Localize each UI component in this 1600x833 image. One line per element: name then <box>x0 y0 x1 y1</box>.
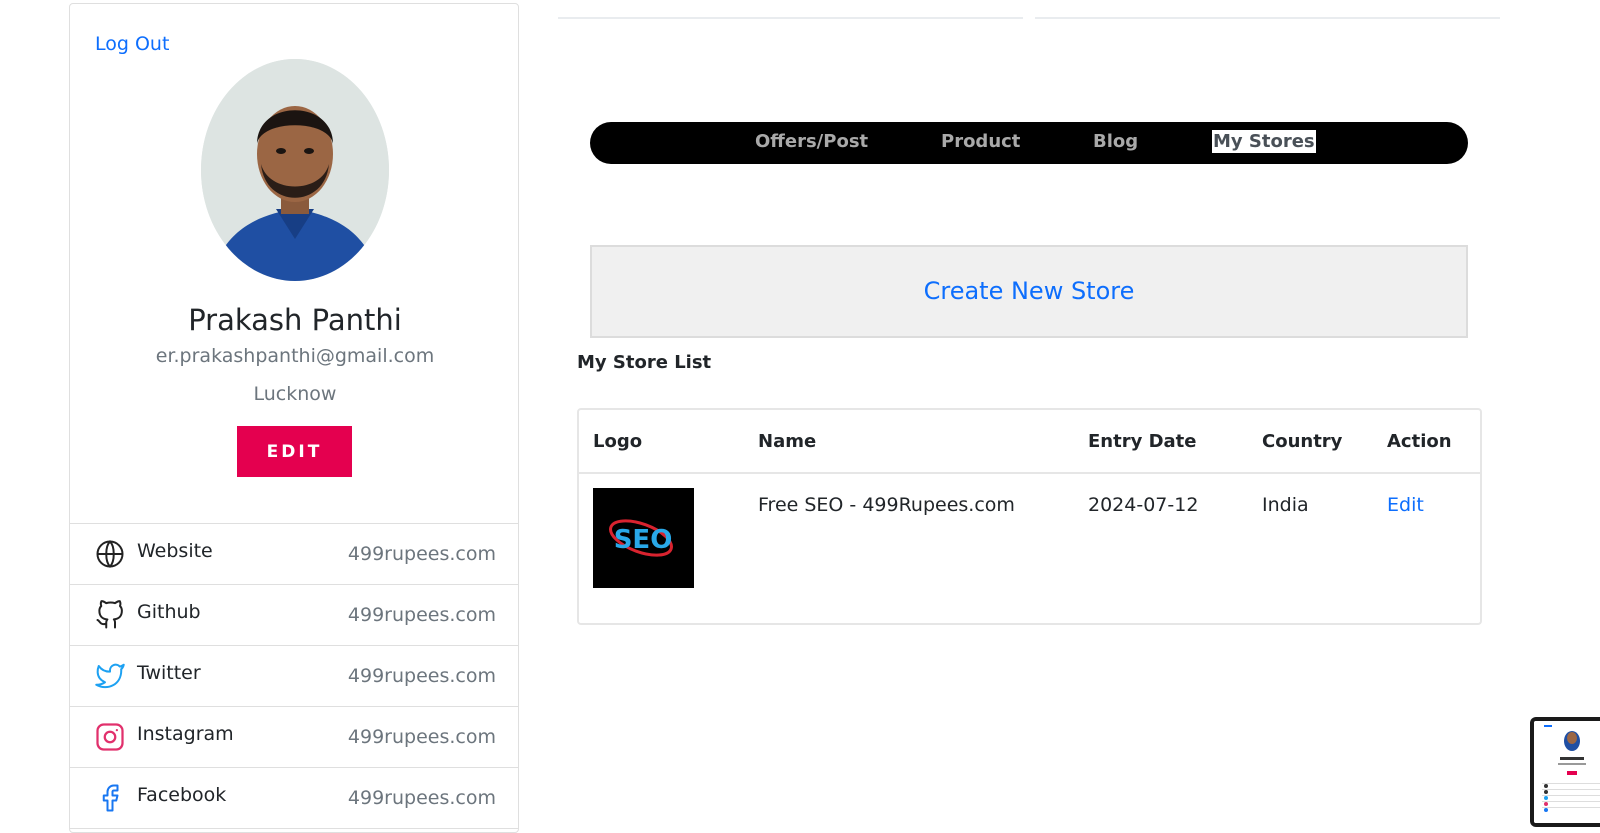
profile-card: Log Out Prakash Panthi er.prakashpanthi@… <box>69 3 519 833</box>
store-table: Logo Name Entry Date Country Action SEO … <box>577 408 1482 625</box>
social-value: 499rupees.com <box>347 543 496 565</box>
social-item-instagram[interactable]: Instagram 499rupees.com <box>70 707 518 768</box>
profile-name: Prakash Panthi <box>188 303 402 337</box>
social-item-github[interactable]: Github 499rupees.com <box>70 585 518 646</box>
github-icon <box>95 600 125 630</box>
create-new-store-button[interactable]: Create New Store <box>590 245 1468 338</box>
social-value: 499rupees.com <box>347 665 496 687</box>
social-label: Github <box>137 601 201 623</box>
avatar-photo <box>201 59 389 281</box>
social-item-website[interactable]: Website 499rupees.com <box>70 524 518 585</box>
column-header-name: Name <box>758 431 817 452</box>
column-header-entry-date: Entry Date <box>1088 431 1197 452</box>
instagram-icon <box>95 722 125 752</box>
social-item-twitter[interactable]: Twitter 499rupees.com <box>70 646 518 707</box>
social-links-list: Website 499rupees.com Github 499rupees.c… <box>70 523 518 829</box>
facebook-icon <box>95 783 125 813</box>
table-header: Logo Name Entry Date Country Action <box>579 410 1480 474</box>
twitter-icon <box>95 661 125 691</box>
profile-city: Lucknow <box>253 383 337 405</box>
column-header-logo: Logo <box>593 431 643 452</box>
store-name: Free SEO - 499Rupees.com <box>758 494 1015 516</box>
social-value: 499rupees.com <box>347 604 496 626</box>
tab-offers-post[interactable]: Offers/Post <box>755 131 868 152</box>
social-item-facebook[interactable]: Facebook 499rupees.com <box>70 768 518 829</box>
store-list-heading: My Store List <box>577 352 712 373</box>
preview-thumbnail[interactable] <box>1530 717 1600 827</box>
store-country: India <box>1262 494 1309 516</box>
avatar <box>201 59 389 281</box>
social-label: Twitter <box>137 662 201 684</box>
tab-my-stores[interactable]: My Stores <box>1212 130 1316 153</box>
tab-nav-bar: Offers/Post Product Blog My Stores <box>590 122 1468 164</box>
edit-profile-button[interactable]: EDIT <box>237 426 352 477</box>
social-label: Instagram <box>137 723 234 745</box>
column-header-country: Country <box>1262 431 1343 452</box>
logout-link[interactable]: Log Out <box>95 33 169 55</box>
social-value: 499rupees.com <box>347 787 496 809</box>
profile-email: er.prakashpanthi@gmail.com <box>155 345 435 367</box>
tab-product[interactable]: Product <box>941 131 1020 152</box>
column-header-action: Action <box>1387 431 1452 452</box>
preview-thumbnail-screen <box>1534 721 1600 823</box>
store-edit-link[interactable]: Edit <box>1387 494 1424 516</box>
globe-icon <box>95 539 125 569</box>
social-label: Website <box>137 540 213 562</box>
social-label: Facebook <box>137 784 227 806</box>
store-logo: SEO <box>593 488 694 588</box>
store-entry-date: 2024-07-12 <box>1088 494 1199 516</box>
top-divider-left <box>558 17 1023 19</box>
tab-blog[interactable]: Blog <box>1093 131 1138 152</box>
store-logo-text: SEO <box>614 525 673 555</box>
top-divider-right <box>1035 17 1500 19</box>
social-value: 499rupees.com <box>347 726 496 748</box>
